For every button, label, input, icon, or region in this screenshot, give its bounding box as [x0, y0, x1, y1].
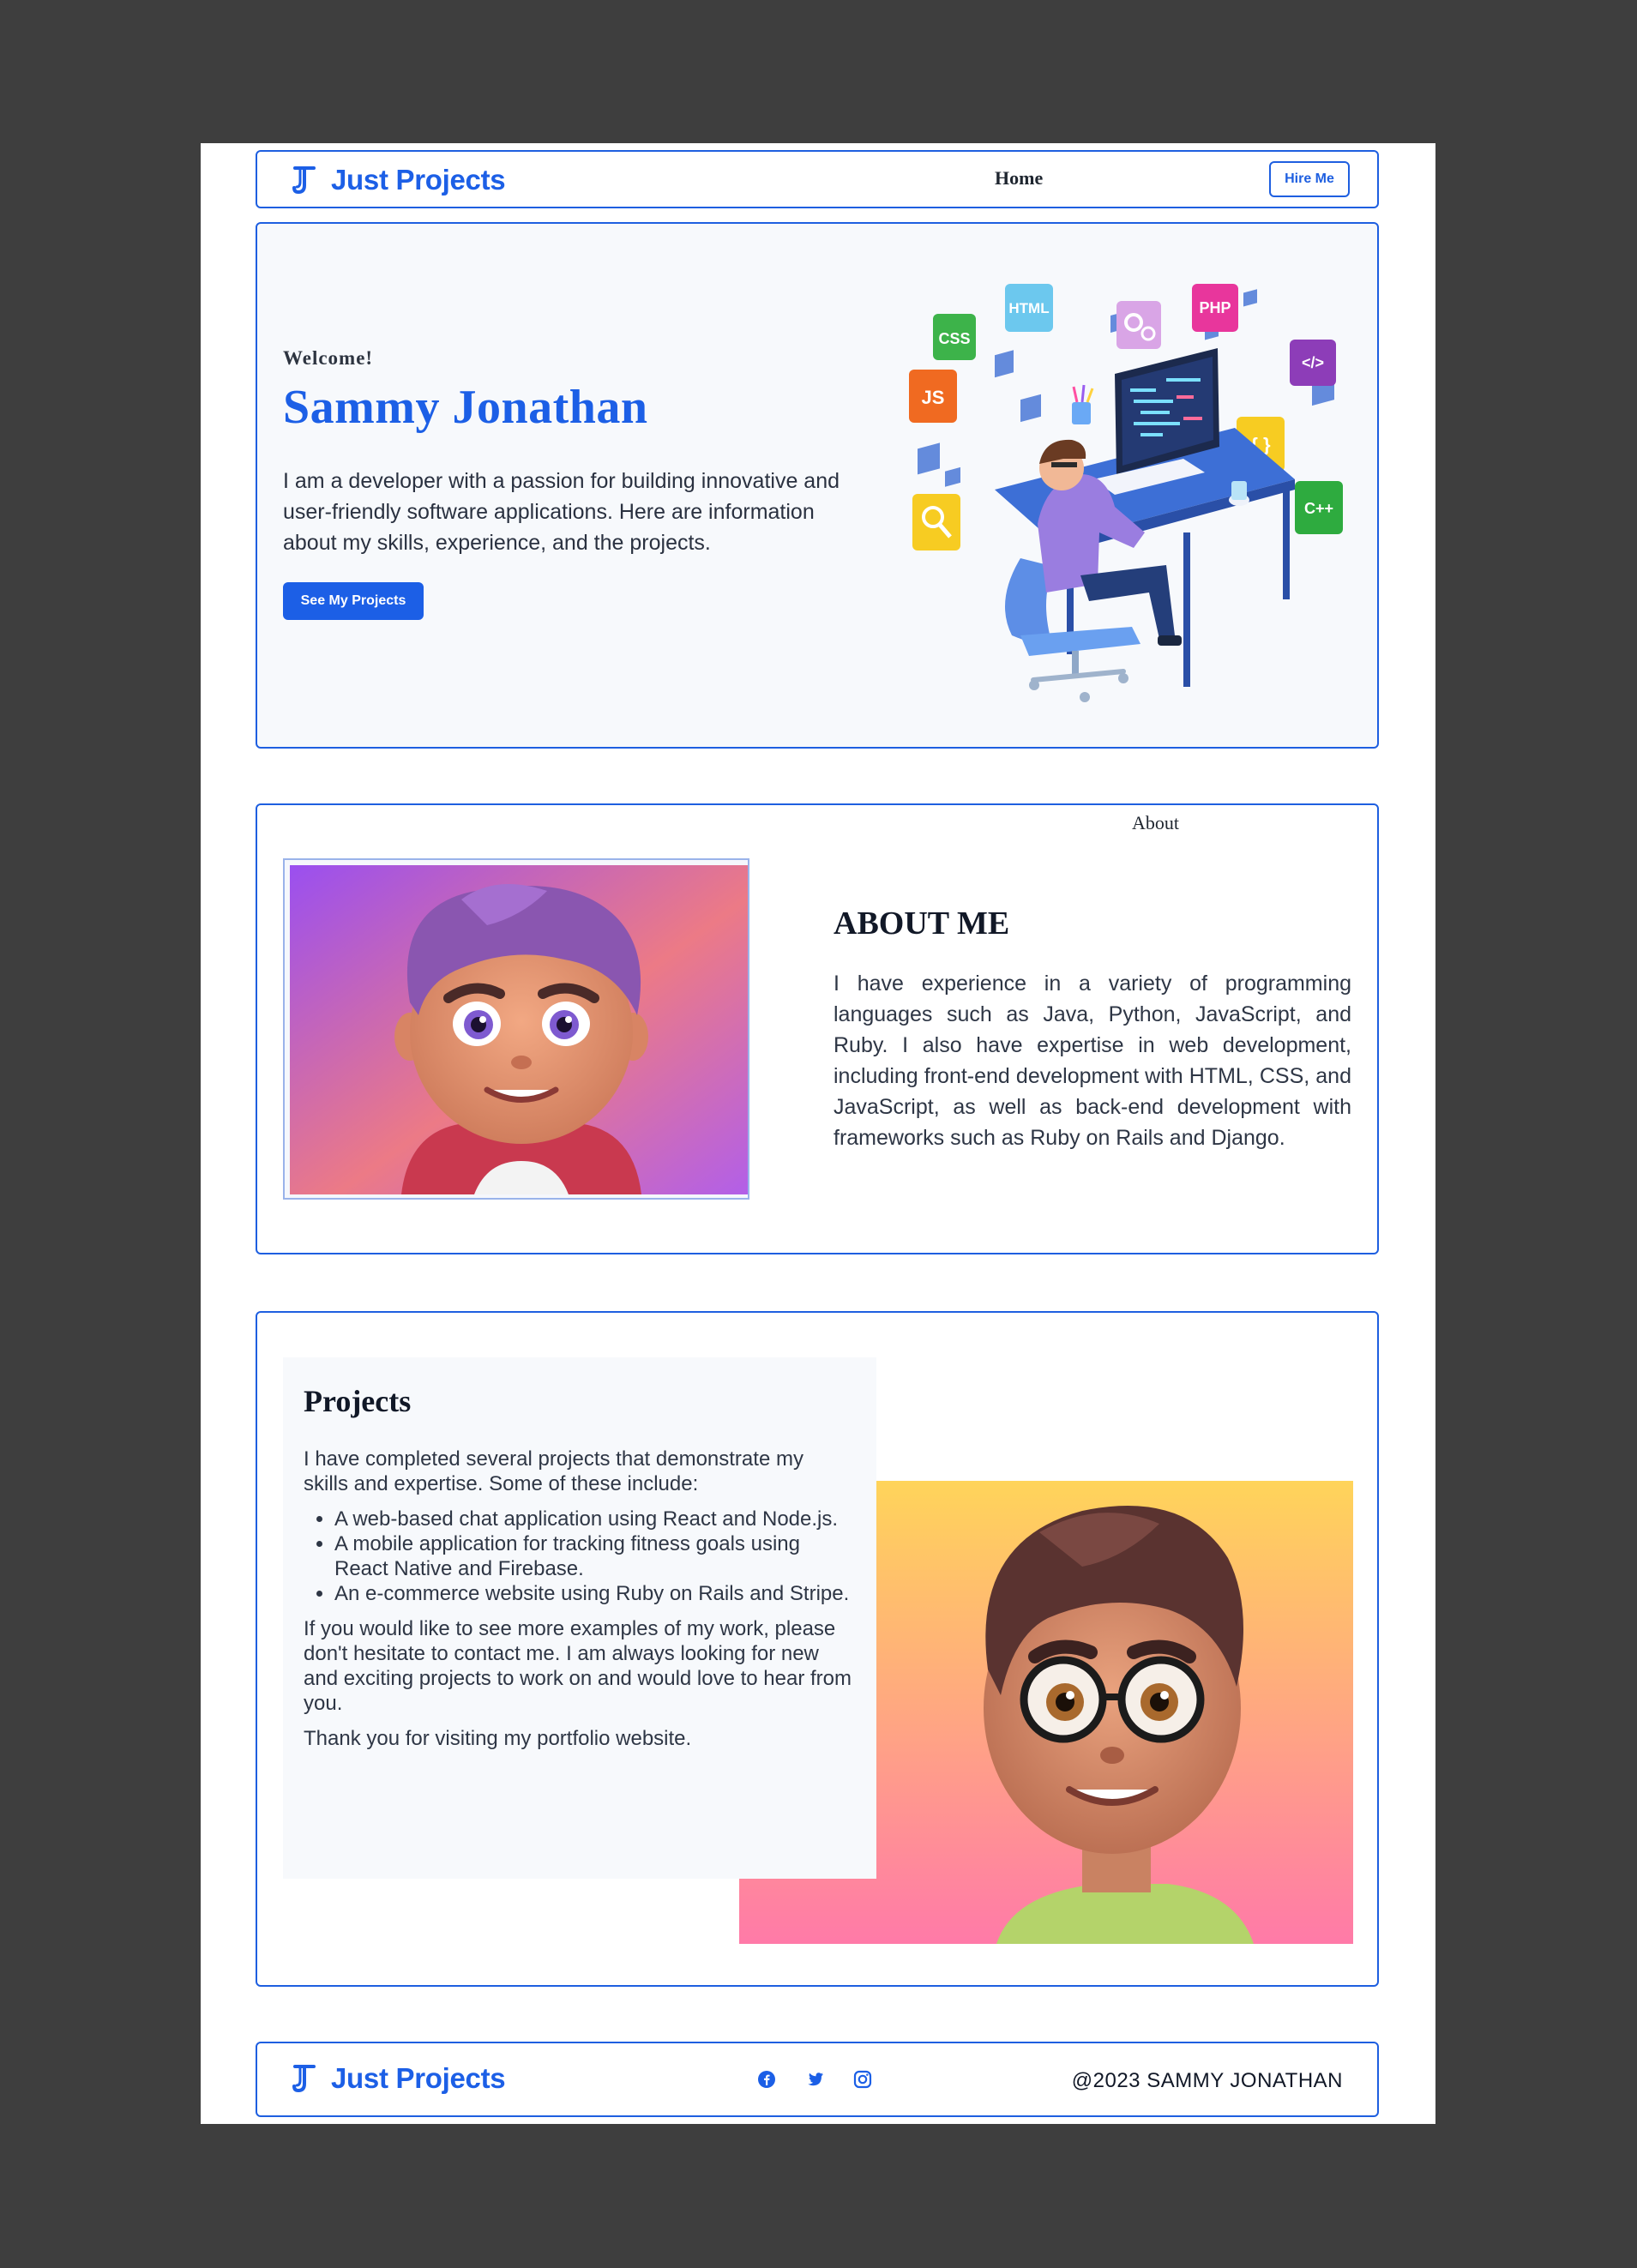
hero-welcome: Welcome! [283, 347, 374, 369]
top-navbar: Just Projects Home About Hire Me [256, 150, 1379, 833]
projects-body: I have completed several projects that d… [304, 1447, 852, 1761]
projects-list: A web-based chat application using React… [304, 1507, 852, 1606]
code-tag-badge-icon: </> [1290, 340, 1336, 386]
about-text: I have experience in a variety of progra… [834, 972, 1351, 1150]
about-section: ABOUT ME I have experience in a variety … [256, 803, 1379, 1254]
svg-text:JS: JS [922, 387, 945, 408]
projects-title: Projects [304, 1384, 412, 1418]
facebook-icon[interactable] [756, 2069, 777, 2090]
hero-section: Welcome! Sammy Jonathan I am a developer… [256, 222, 1379, 749]
svg-text:CSS: CSS [938, 330, 970, 347]
projects-outro: If you would like to see more examples o… [304, 1617, 852, 1715]
developer-illustration: CSS HTML PHP </> JS {} C++ [909, 284, 1343, 702]
twitter-icon[interactable] [804, 2069, 825, 2090]
css-badge-icon: CSS [933, 314, 976, 360]
avatar-purple-hair-image [290, 865, 748, 1194]
projects-card: Projects I have completed several projec… [283, 1357, 876, 1879]
logo-mark-icon [292, 2065, 316, 2093]
svg-text:PHP: PHP [1199, 299, 1231, 316]
instagram-icon[interactable] [852, 2069, 873, 2090]
cpp-badge-icon: C++ [1295, 481, 1343, 534]
projects-intro: I have completed several projects that d… [304, 1447, 803, 1495]
hero-intro: I am a developer with a passion for buil… [283, 469, 840, 555]
about-title: ABOUT ME [834, 905, 1010, 941]
projects-thanks: Thank you for visiting my portfolio webs… [304, 1727, 692, 1750]
about-avatar-frame [283, 858, 749, 1200]
brand-name: Just Projects [331, 164, 506, 196]
footer: Just Projects @2023 SAMMY JONATHAN [256, 2042, 1379, 2117]
js-badge-icon: JS [909, 370, 957, 423]
portfolio-page: Just Projects Home About Hire Me Welcome… [201, 143, 1435, 2124]
logo-mark-icon [292, 166, 316, 195]
list-item: A mobile application for tracking fitnes… [334, 1531, 852, 1581]
svg-text:</>: </> [1302, 354, 1324, 371]
svg-text:C++: C++ [1304, 500, 1333, 517]
brand-logo[interactable]: Just Projects [292, 164, 506, 196]
see-projects-button[interactable]: See My Projects [283, 582, 424, 620]
gears-badge-icon [1116, 301, 1161, 349]
hero-name: Sammy Jonathan [283, 381, 648, 434]
nav-home-link[interactable]: Home [995, 167, 1043, 190]
copyright-text: @2023 SAMMY JONATHAN [1071, 2069, 1343, 2092]
svg-text:HTML: HTML [1008, 300, 1049, 316]
list-item: A web-based chat application using React… [334, 1507, 852, 1531]
html-badge-icon: HTML [1005, 284, 1053, 332]
hire-me-button[interactable]: Hire Me [1269, 161, 1350, 197]
php-badge-icon: PHP [1192, 284, 1238, 332]
footer-brand-logo[interactable]: Just Projects [292, 2062, 506, 2095]
brand-name: Just Projects [331, 2062, 506, 2094]
search-badge-icon [912, 494, 960, 550]
list-item: An e-commerce website using Ruby on Rail… [334, 1581, 852, 1606]
projects-section: Projects I have completed several projec… [256, 1311, 1379, 1987]
